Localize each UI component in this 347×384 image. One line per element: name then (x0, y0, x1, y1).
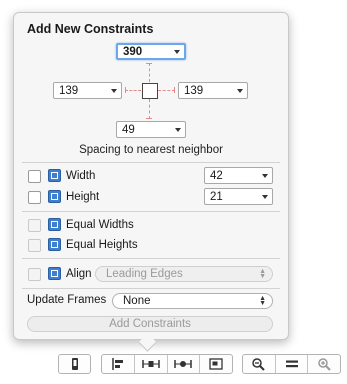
chevron-down-icon[interactable] (233, 89, 247, 93)
resolve-button[interactable] (166, 355, 200, 373)
device-button[interactable] (58, 354, 91, 374)
equal-widths-label: Equal Widths (66, 219, 134, 231)
resize-button[interactable] (199, 355, 232, 373)
width-checkbox[interactable] (28, 170, 41, 183)
pin-icon (141, 360, 160, 368)
zoom-group (242, 354, 341, 374)
resize-icon (209, 358, 223, 370)
align-label: Align (66, 268, 92, 280)
equal-widths-icon (48, 218, 61, 231)
align-button[interactable] (102, 355, 134, 373)
equal-heights-checkbox[interactable] (28, 239, 41, 252)
add-constraints-popover: Add New Constraints 390 139 139 49 Spaci… (13, 12, 289, 340)
chevron-down-icon[interactable] (171, 128, 185, 132)
height-constraint-icon (48, 190, 61, 203)
bottom-spacing-guide[interactable] (149, 99, 150, 119)
right-spacing-field[interactable]: 139 (178, 82, 248, 99)
layout-tools-group (101, 354, 233, 374)
spacing-caption: Spacing to nearest neighbor (79, 144, 223, 156)
device-icon (71, 358, 78, 370)
right-guide-cap (174, 87, 175, 93)
align-icon (48, 267, 61, 280)
left-spacing-field[interactable]: 139 (53, 82, 122, 99)
left-guide-cap (125, 87, 126, 93)
top-spacing-field[interactable]: 390 (116, 43, 186, 60)
height-label: Height (66, 191, 100, 203)
equal-widths-checkbox[interactable] (28, 219, 41, 232)
height-checkbox[interactable] (28, 191, 41, 204)
left-spacing-guide[interactable] (125, 90, 141, 91)
zoom-out-icon (252, 357, 266, 371)
chevron-down-icon[interactable] (170, 50, 184, 54)
top-guide-cap (146, 63, 152, 64)
width-label: Width (66, 170, 96, 182)
top-spacing-value[interactable]: 390 (118, 46, 170, 58)
right-spacing-guide[interactable] (158, 90, 175, 91)
resolve-icon (174, 360, 193, 368)
update-frames-select[interactable]: None ▲ ▼ (112, 293, 273, 309)
align-icon (112, 358, 123, 370)
equal-heights-label: Equal Heights (66, 239, 138, 251)
align-checkbox[interactable] (28, 268, 41, 281)
zoom-in-button[interactable] (307, 355, 340, 373)
zoom-actual-icon (285, 360, 298, 368)
align-select-value[interactable]: Leading Edges (106, 268, 183, 280)
updown-icon: ▲ ▼ (259, 295, 266, 307)
popover-title: Add New Constraints (27, 22, 154, 36)
bottom-guide-cap (146, 118, 152, 119)
update-frames-label: Update Frames (27, 294, 107, 306)
updown-icon: ▲ ▼ (259, 268, 266, 280)
height-field[interactable]: 21 (204, 188, 273, 205)
height-value[interactable]: 21 (205, 191, 258, 203)
selected-view-box (142, 83, 158, 99)
width-field[interactable]: 42 (204, 167, 273, 184)
add-constraints-button[interactable]: Add Constraints (27, 316, 273, 332)
chevron-down-icon[interactable] (258, 195, 272, 199)
equal-heights-icon (48, 238, 61, 251)
zoom-in-icon (317, 357, 331, 371)
align-select[interactable]: Leading Edges ▲ ▼ (95, 266, 273, 282)
chevron-down-icon[interactable] (258, 174, 272, 178)
top-spacing-guide[interactable] (149, 63, 150, 82)
zoom-actual-button[interactable] (274, 355, 308, 373)
divider (22, 288, 280, 289)
bottom-spacing-value[interactable]: 49 (117, 124, 171, 136)
width-value[interactable]: 42 (205, 170, 258, 182)
left-spacing-value[interactable]: 139 (54, 85, 107, 97)
bottom-spacing-field[interactable]: 49 (116, 121, 186, 138)
right-spacing-value[interactable]: 139 (179, 85, 233, 97)
divider (22, 258, 280, 259)
update-frames-value[interactable]: None (123, 295, 151, 307)
width-constraint-icon (48, 169, 61, 182)
divider (22, 162, 280, 163)
pin-button[interactable] (133, 355, 167, 373)
chevron-down-icon[interactable] (107, 89, 121, 93)
zoom-out-button[interactable] (243, 355, 275, 373)
divider (22, 211, 280, 212)
